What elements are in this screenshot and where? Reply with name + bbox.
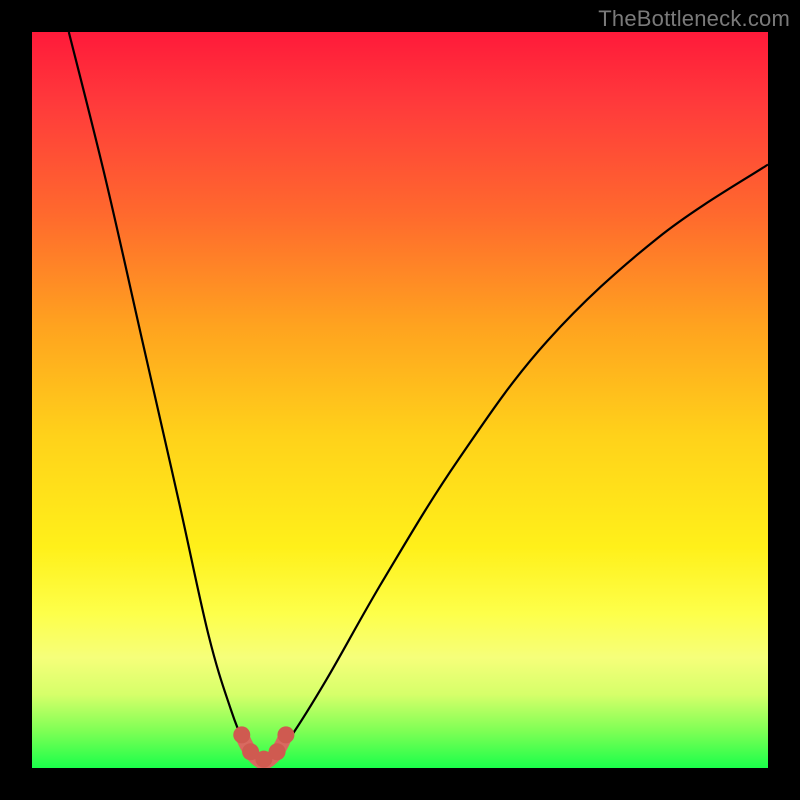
curve-left-branch (69, 32, 257, 761)
plot-area (32, 32, 768, 768)
curve-right-branch (271, 164, 768, 760)
optimal-marker-dot (233, 726, 250, 743)
watermark-text: TheBottleneck.com (598, 6, 790, 32)
curve-layer (32, 32, 768, 768)
chart-stage: TheBottleneck.com (0, 0, 800, 800)
optimal-marker-dot (269, 743, 286, 760)
optimal-marker-dot (277, 726, 294, 743)
